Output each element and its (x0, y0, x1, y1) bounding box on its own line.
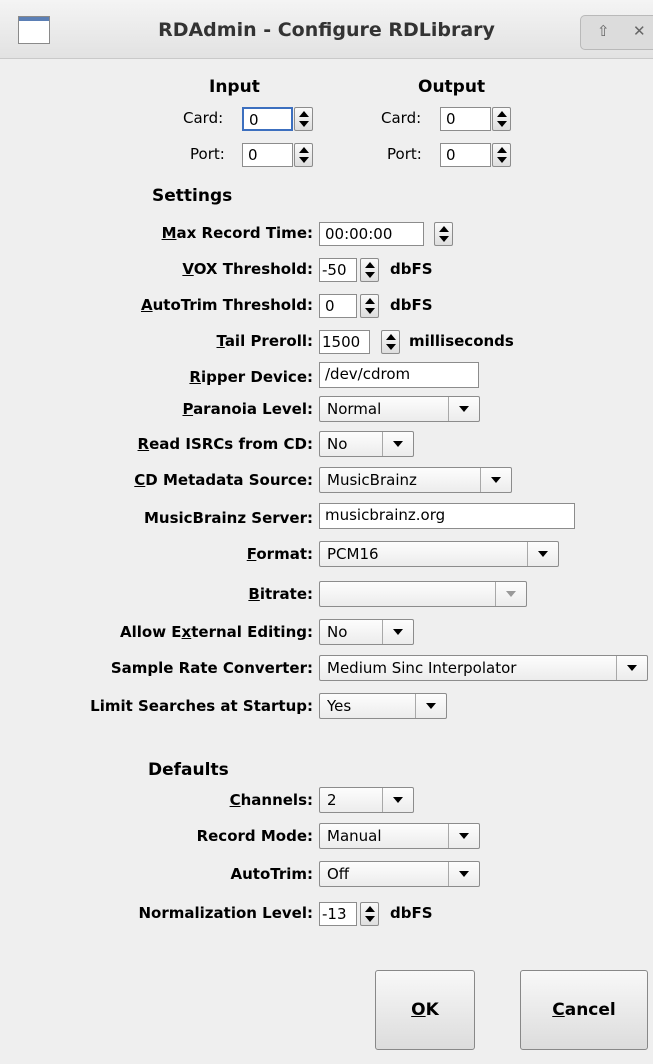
chevron-down-icon (382, 432, 413, 456)
cd-metadata-source-select[interactable]: MusicBrainz (319, 467, 512, 493)
channels-label: Channels: (229, 791, 313, 809)
normalization-level-label: Normalization Level: (138, 904, 314, 922)
tail-preroll-spinner[interactable] (381, 330, 400, 354)
cd-metadata-source-value: MusicBrainz (327, 471, 417, 489)
channels-value: 2 (327, 791, 337, 809)
normalization-level-field[interactable]: -13 (319, 902, 357, 926)
allow-external-editing-value: No (327, 623, 348, 641)
ripper-device-label: Ripper Device: (189, 368, 313, 386)
cd-metadata-source-label: CD Metadata Source: (134, 471, 313, 489)
output-port-label: Port: (387, 145, 422, 163)
normalization-level-unit: dbFS (390, 904, 433, 922)
chevron-down-icon (415, 694, 446, 718)
input-card-label: Card: (183, 109, 224, 127)
window-controls: ⇧ ✕ (580, 15, 653, 50)
output-port-field[interactable]: 0 (440, 143, 491, 167)
chevron-down-icon (448, 862, 479, 886)
input-port-field[interactable]: 0 (242, 143, 293, 167)
allow-external-editing-select[interactable]: No (319, 619, 414, 645)
allow-external-editing-label: Allow External Editing: (120, 623, 313, 641)
shade-window-icon[interactable]: ⇧ (597, 22, 610, 40)
output-port-spinner[interactable] (492, 143, 511, 167)
vox-threshold-unit: dbFS (390, 260, 433, 278)
paranoia-level-value: Normal (327, 400, 382, 418)
record-mode-value: Manual (327, 827, 382, 845)
chevron-down-icon (616, 656, 647, 680)
ripper-device-field[interactable]: /dev/cdrom (319, 362, 479, 388)
max-record-time-field[interactable]: 00:00:00 (319, 222, 424, 246)
chevron-down-icon (527, 542, 558, 566)
format-label: Format: (246, 545, 313, 563)
autotrim-threshold-label: AutoTrim Threshold: (140, 296, 313, 314)
autotrim-select[interactable]: Off (319, 861, 480, 887)
format-value: PCM16 (327, 545, 379, 563)
autotrim-label: AutoTrim: (230, 865, 313, 883)
defaults-heading: Defaults (148, 760, 229, 780)
autotrim-threshold-field[interactable]: 0 (319, 294, 357, 318)
record-mode-label: Record Mode: (196, 827, 313, 845)
sample-rate-converter-label: Sample Rate Converter: (110, 659, 313, 677)
settings-heading: Settings (152, 186, 233, 206)
vox-threshold-spinner[interactable] (360, 258, 379, 282)
read-isrcs-value: No (327, 435, 348, 453)
paranoia-level-select[interactable]: Normal (319, 396, 480, 422)
bitrate-select[interactable] (319, 581, 527, 607)
chevron-down-icon (382, 788, 413, 812)
output-card-field[interactable]: 0 (440, 107, 491, 131)
vox-threshold-label: VOX Threshold: (182, 260, 313, 278)
read-isrcs-label: Read ISRCs from CD: (137, 435, 313, 453)
sample-rate-converter-value: Medium Sinc Interpolator (327, 659, 517, 677)
close-window-icon[interactable]: ✕ (633, 22, 646, 40)
sample-rate-converter-select[interactable]: Medium Sinc Interpolator (319, 655, 648, 681)
record-mode-select[interactable]: Manual (319, 823, 480, 849)
window-title: RDAdmin - Configure RDLibrary (158, 19, 495, 41)
output-card-label: Card: (381, 109, 422, 127)
limit-searches-value: Yes (327, 697, 352, 715)
input-card-field[interactable]: 0 (242, 107, 293, 131)
musicbrainz-server-label: MusicBrainz Server: (143, 509, 313, 527)
title-bar: RDAdmin - Configure RDLibrary ⇧ ✕ (0, 0, 653, 59)
tail-preroll-field[interactable]: 1500 (319, 330, 370, 354)
chevron-down-icon (495, 582, 526, 606)
tail-preroll-label: Tail Preroll: (216, 332, 314, 350)
musicbrainz-server-field[interactable]: musicbrainz.org (319, 503, 575, 529)
format-select[interactable]: PCM16 (319, 541, 559, 567)
chevron-down-icon (448, 397, 479, 421)
chevron-down-icon (448, 824, 479, 848)
paranoia-level-label: Paranoia Level: (182, 400, 313, 418)
input-card-spinner[interactable] (294, 107, 313, 131)
limit-searches-label: Limit Searches at Startup: (90, 697, 313, 715)
max-record-time-label: Max Record Time: (161, 224, 313, 242)
autotrim-threshold-unit: dbFS (390, 296, 433, 314)
limit-searches-select[interactable]: Yes (319, 693, 447, 719)
channels-select[interactable]: 2 (319, 787, 414, 813)
bitrate-label: Bitrate: (248, 585, 313, 603)
autotrim-value: Off (327, 865, 350, 883)
normalization-level-spinner[interactable] (360, 902, 379, 926)
input-port-spinner[interactable] (294, 143, 313, 167)
ok-button[interactable]: OK (375, 970, 475, 1050)
output-heading: Output (418, 77, 486, 97)
vox-threshold-field[interactable]: -50 (319, 258, 357, 282)
chevron-down-icon (382, 620, 413, 644)
max-record-time-spinner[interactable] (434, 222, 453, 246)
read-isrcs-select[interactable]: No (319, 431, 414, 457)
input-heading: Input (209, 77, 260, 97)
input-port-label: Port: (190, 145, 225, 163)
autotrim-threshold-spinner[interactable] (360, 294, 379, 318)
tail-preroll-unit: milliseconds (409, 332, 514, 350)
output-card-spinner[interactable] (492, 107, 511, 131)
chevron-down-icon (480, 468, 511, 492)
cancel-button[interactable]: Cancel (520, 970, 648, 1050)
